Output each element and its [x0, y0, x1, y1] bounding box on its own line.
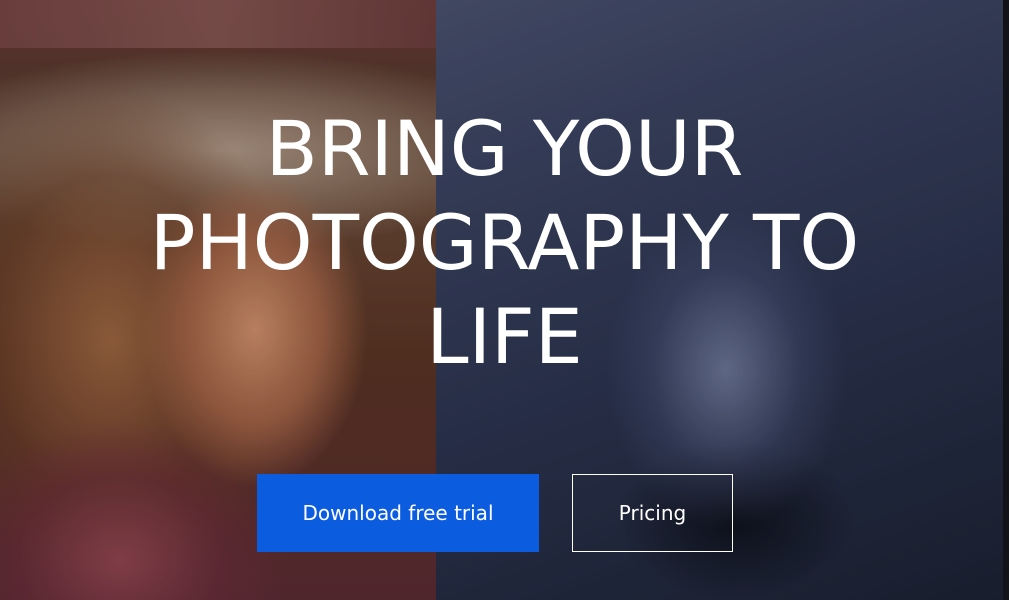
headline-line: BRING YOUR [265, 104, 744, 193]
pricing-button[interactable]: Pricing [572, 474, 733, 552]
hero-section: BRING YOUR PHOTOGRAPHY TO LIFE Download … [0, 0, 1009, 600]
hero-headline: BRING YOUR PHOTOGRAPHY TO LIFE [0, 102, 1009, 384]
headline-line: PHOTOGRAPHY TO [149, 198, 860, 287]
download-free-trial-button[interactable]: Download free trial [257, 474, 539, 552]
headline-line: LIFE [426, 292, 583, 381]
